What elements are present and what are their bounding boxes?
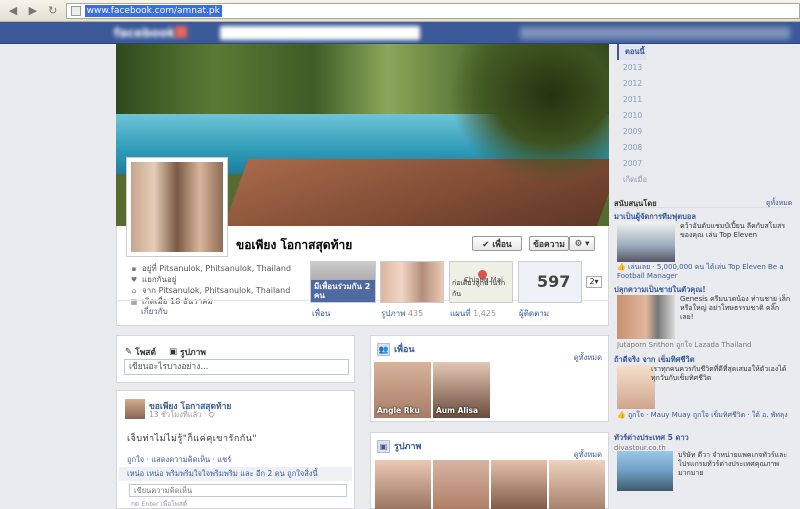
friends-button[interactable]: ✔ เพื่อน	[472, 236, 522, 251]
friends-see-all-link[interactable]: ดูทั้งหมด	[574, 352, 602, 364]
ad-text: บริษัท ดีวา จำหน่ายแพคเกจทัวร์และโปรแกรม…	[678, 451, 788, 477]
friends-tile[interactable]: มีเพื่อนร่วมกัน 2 คน	[310, 261, 376, 303]
photos-section: ▣ รูปภาพ ดูทั้งหมด	[370, 432, 609, 509]
message-button[interactable]: ข้อความ	[529, 236, 569, 251]
photo-thumb[interactable]	[491, 460, 547, 509]
year-item[interactable]: 2010	[617, 108, 647, 124]
ad-meta: Jutaporn Srithon ถูกใจ Lazada Thailand	[617, 341, 752, 349]
favicon-icon	[70, 5, 81, 16]
profile-name[interactable]: ขอเพียง โอกาสสุดท้าย	[236, 236, 352, 255]
friends-section-header[interactable]: 👥 เพื่อน	[377, 342, 415, 356]
map-tile-label[interactable]: แผนที่ 1,425	[450, 307, 496, 320]
back-icon[interactable]: ◀	[6, 4, 20, 18]
followers-tile-label[interactable]: ผู้ติดตาม	[519, 307, 549, 320]
timeline-post: ขอเพียง โอกาสสุดท้าย 13 ชั่วโมงที่แล้ว ·…	[116, 390, 355, 509]
notification-icon[interactable]	[175, 26, 187, 38]
facebook-logo[interactable]: facebook	[114, 26, 176, 40]
photos-section-header[interactable]: ▣ รูปภาพ	[377, 439, 421, 453]
settings-dropdown-button[interactable]: ⚙ ▾	[569, 236, 595, 251]
ad-meta[interactable]: 👍 เล่นเลย · 5,000,000 คน ได้เล่น Top Ele…	[617, 263, 793, 281]
followers-tile[interactable]: 597	[518, 261, 582, 303]
about-link[interactable]: เกี่ยวกับ	[141, 305, 168, 318]
post-author-avatar[interactable]	[125, 399, 145, 419]
tab-post[interactable]: ✎ โพสต์	[125, 345, 156, 359]
ad-image[interactable]	[617, 451, 673, 491]
post-timestamp[interactable]: 13 ชั่วโมงที่แล้ว · ⛭	[149, 409, 215, 421]
year-item[interactable]: 2012	[617, 76, 647, 92]
ad-image[interactable]	[617, 222, 675, 262]
map-caption: ก่อเดียวลูกบ้านรักกัน	[452, 279, 506, 298]
sponsored-header: สนับสนุนโดย ดูทั้งหมด	[614, 198, 800, 210]
reload-icon[interactable]: ↻	[46, 4, 60, 18]
friend-thumb[interactable]: Aum Alisa	[433, 362, 490, 418]
home-icon: ⌂	[131, 286, 137, 295]
forward-icon[interactable]: ▶	[26, 4, 40, 18]
followers-count: 597	[537, 272, 571, 291]
photos-tile[interactable]	[380, 261, 444, 303]
ad-item[interactable]: ทัวร์ต่างประเทศ 5 ดาว divastour.co.th	[614, 432, 800, 452]
post-text: เจ็บท่าไม่ไม่รู้"ก็แค่คุเขารักกัน"	[127, 434, 258, 444]
year-item-born[interactable]: เกิดเมื่อ	[617, 172, 647, 188]
year-item-now[interactable]: ตอนนี้	[617, 44, 647, 60]
browser-toolbar: ◀ ▶ ↻ www.facebook.com/amnat.pk	[0, 0, 800, 22]
year-item[interactable]: 2011	[617, 92, 647, 108]
ad-text: Genesis ครีมนวดน้อง ท่านชาย เล็กหรือใหญ่…	[680, 295, 791, 321]
tab-photo[interactable]: ▣ รูปภาพ	[169, 345, 206, 359]
ad-meta[interactable]: 👍 ถูกใจ · Mauy Muay ถูกใจ เข็มทิศชีวิต ·…	[617, 411, 793, 420]
year-item[interactable]: 2013	[617, 60, 647, 76]
year-item[interactable]: 2007	[617, 156, 647, 172]
friend-name: Aum Alisa	[436, 406, 479, 415]
friends-icon: 👥	[377, 342, 390, 356]
photo-thumb[interactable]	[433, 460, 489, 509]
post-actions[interactable]: ถูกใจ · แสดงความคิดเห็น · แชร์	[127, 454, 231, 466]
year-item[interactable]: 2009	[617, 124, 647, 140]
photo-thumb[interactable]	[375, 460, 431, 509]
ad-text: คว้าอันดับแชมป์เปี้ยน ลีคกับสโมสรของคุณ …	[680, 222, 786, 239]
photo-icon: ▣	[169, 347, 178, 357]
friends-tile-label[interactable]: เพื่อน	[312, 307, 330, 320]
address-bar[interactable]: www.facebook.com/amnat.pk	[65, 2, 800, 19]
work-icon: ▪	[131, 264, 137, 273]
status-composer: ✎ โพสต์ ▣ รูปภาพ เขียนอะไรบางอย่าง...	[116, 335, 355, 383]
photos-icon: ▣	[377, 439, 390, 453]
status-input[interactable]: เขียนอะไรบางอย่าง...	[124, 359, 349, 375]
photos-tile-label[interactable]: รูปภาพ 435	[381, 307, 423, 320]
photo-thumb[interactable]	[549, 460, 605, 509]
ad-image[interactable]	[617, 295, 675, 339]
facebook-top-bar: facebook	[0, 22, 800, 44]
friends-section: 👥 เพื่อน ดูทั้งหมด Angle Rku Aum Alisa	[370, 335, 609, 422]
ad-text: เราทุกคนควรกับชีวิตที่ดีที่สุดเสมอให้ตัว…	[651, 365, 787, 382]
post-likes-summary[interactable]: เหน่อ เหน่อ พริมพริมใจใจพริมพริม และ อีก…	[119, 467, 352, 481]
friend-thumb[interactable]: Angle Rku	[374, 362, 431, 418]
ad-image[interactable]	[617, 365, 655, 409]
calendar-icon: ▦	[130, 297, 138, 306]
mutual-friends-overlay: มีเพื่อนร่วมกัน 2 คน	[311, 280, 375, 302]
pencil-icon: ✎	[125, 347, 133, 357]
facebook-search-input[interactable]	[220, 26, 420, 40]
url-text[interactable]: www.facebook.com/amnat.pk	[84, 4, 222, 17]
comment-hint: กด Enter เพื่อโพสต์	[131, 500, 188, 508]
map-tile[interactable]: Chiang Mai ก่อเดียวลูกบ้านรักกัน	[449, 261, 513, 303]
comment-input[interactable]: เขียนความคิดเห็น	[129, 484, 347, 497]
sidebar-divider	[614, 207, 790, 208]
ad-title[interactable]: ทัวร์ต่างประเทศ 5 ดาว	[614, 432, 800, 444]
timeline-years-nav: ตอนนี้ 2013 2012 2011 2010 2009 2008 200…	[617, 44, 647, 188]
profile-picture[interactable]	[126, 157, 228, 257]
heart-icon: ♥	[130, 275, 138, 284]
year-item[interactable]: 2008	[617, 140, 647, 156]
more-tiles-dropdown[interactable]: 2▾	[586, 276, 602, 288]
top-bar-right-links[interactable]	[520, 27, 790, 39]
friend-name: Angle Rku	[377, 406, 420, 415]
